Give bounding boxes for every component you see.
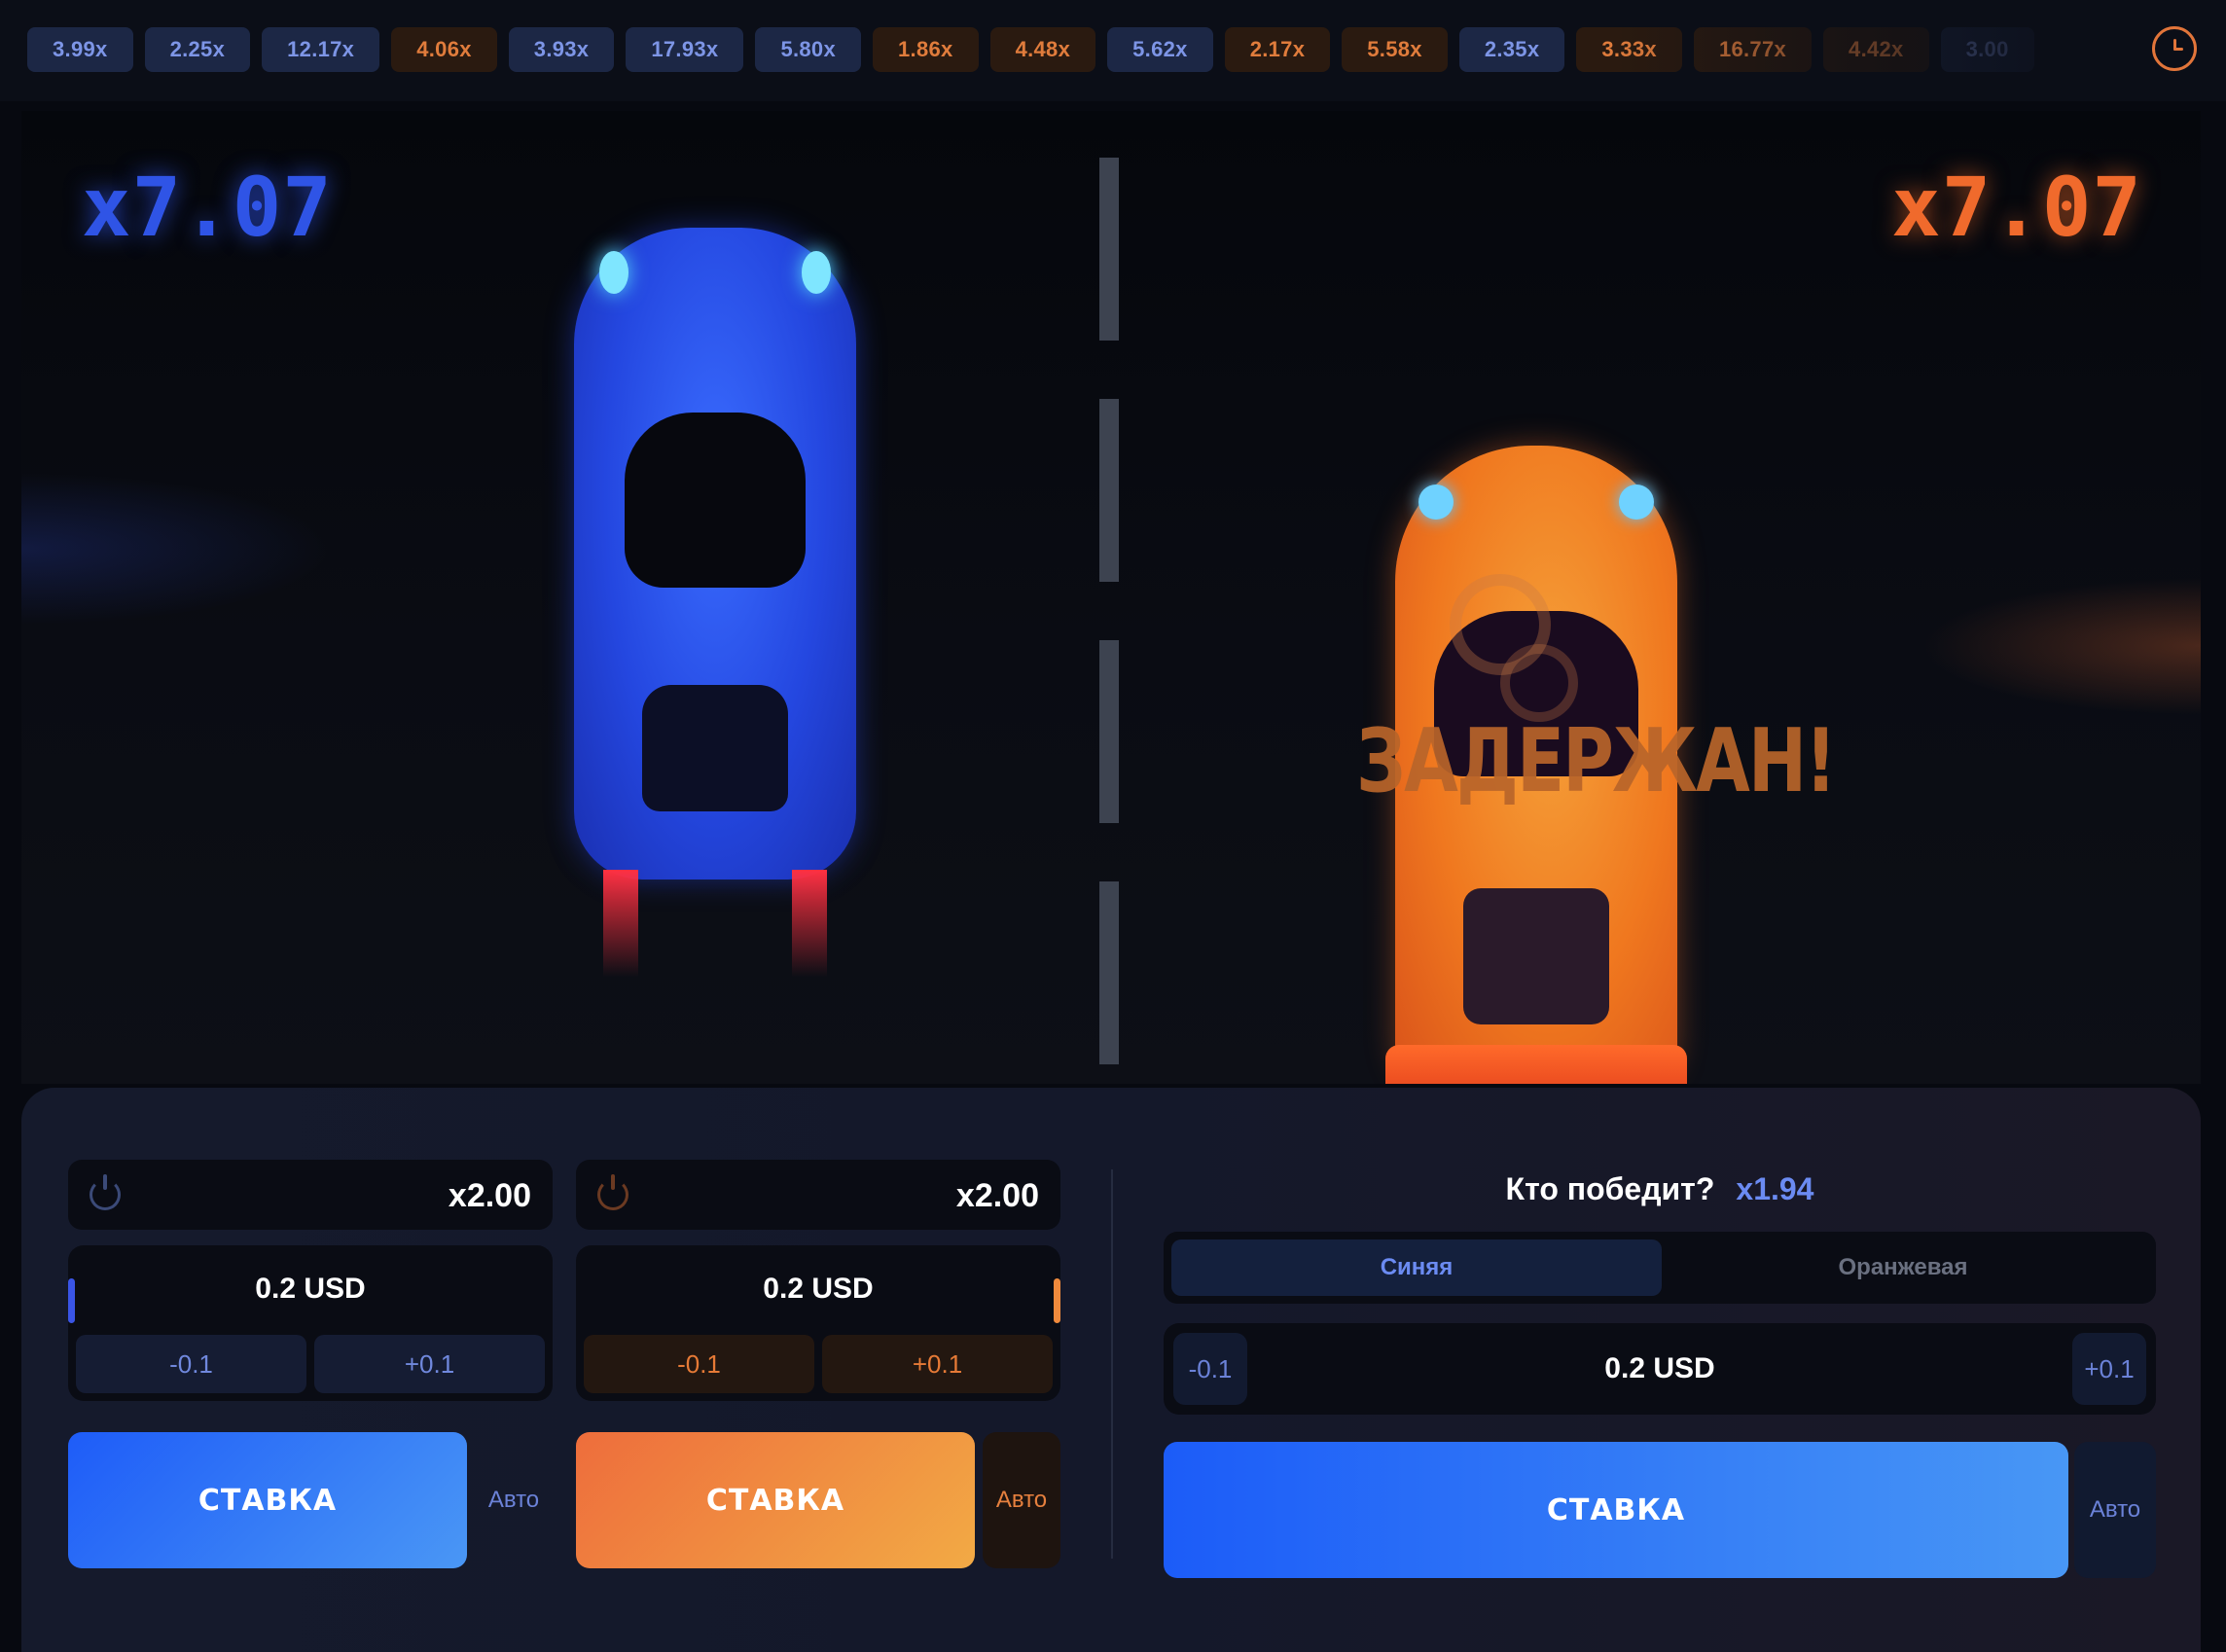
bet-button[interactable]: СТАВКА: [576, 1432, 975, 1568]
history-chip[interactable]: 3.00: [1940, 27, 2034, 72]
decrease-button[interactable]: -0.1: [76, 1335, 306, 1393]
orange-car-engine: [1463, 888, 1609, 1024]
history-chip[interactable]: 1.86x: [873, 27, 979, 72]
history-chip[interactable]: 16.77x: [1693, 27, 1813, 72]
auto-button[interactable]: Авто: [2074, 1442, 2156, 1578]
power-icon[interactable]: [90, 1174, 121, 1210]
history-chip[interactable]: 4.48x: [989, 27, 1096, 72]
clock-icon[interactable]: [2152, 26, 2197, 71]
decrease-button[interactable]: -0.1: [584, 1335, 814, 1393]
history-chip[interactable]: 3.93x: [508, 27, 615, 72]
headlight-icon: [802, 251, 831, 294]
history-chip[interactable]: 4.42x: [1823, 27, 1929, 72]
history-chip[interactable]: 5.62x: [1107, 27, 1213, 72]
busted-stamp: ЗАДЕРЖАН!: [1356, 709, 1837, 811]
history-chip[interactable]: 5.80x: [755, 27, 861, 72]
blue-multiplier: x7.07: [82, 160, 333, 255]
history-chip[interactable]: 3.99x: [27, 27, 133, 72]
orange-car-spoiler: [1385, 1045, 1687, 1084]
blue-car: [574, 228, 856, 977]
taillight-trail: [792, 870, 827, 977]
winner-odds: x1.94: [1736, 1171, 1814, 1206]
winner-amount-field: -0.1 0.2 USD +0.1: [1164, 1323, 2156, 1415]
bet-amount-box: 0.2 USD -0.1 +0.1: [576, 1245, 1060, 1401]
cashout-multiplier[interactable]: x2.00: [956, 1177, 1039, 1215]
auto-button[interactable]: Авто: [475, 1432, 553, 1568]
history-chip[interactable]: 12.17x: [262, 27, 380, 72]
increase-button[interactable]: +0.1: [314, 1335, 545, 1393]
headlight-icon: [599, 251, 628, 294]
increase-button[interactable]: +0.1: [822, 1335, 1053, 1393]
history-chip[interactable]: 2.25x: [144, 27, 251, 72]
history-list: 3.99x 2.25x 12.17x 4.06x 3.93x 17.93x 5.…: [27, 27, 2034, 72]
orange-multiplier: x7.07: [1891, 160, 2142, 255]
lane-divider-dash: [1099, 640, 1119, 823]
history-chip[interactable]: 3.33x: [1576, 27, 1682, 72]
blue-bet-column: x2.00 0.2 USD -0.1 +0.1 СТАВКА Авто: [68, 1160, 553, 1568]
stepper-row: -0.1 +0.1: [76, 1335, 545, 1393]
option-blue[interactable]: Синяя: [1171, 1239, 1662, 1296]
bet-amount-box: 0.2 USD -0.1 +0.1: [68, 1245, 553, 1401]
blue-car-rear: [642, 685, 788, 811]
auto-cashout-row[interactable]: x2.00: [576, 1160, 1060, 1230]
winner-question: Кто победит? x1.94: [1164, 1171, 2156, 1207]
lane-divider-dash: [1099, 158, 1119, 341]
headlight-icon: [1619, 485, 1654, 520]
lane-divider-dash: [1099, 881, 1119, 1064]
increase-button[interactable]: +0.1: [2072, 1333, 2146, 1405]
power-icon[interactable]: [597, 1174, 628, 1210]
blue-car-windshield: [625, 413, 806, 588]
bet-row: СТАВКА Авто: [576, 1432, 1060, 1568]
taillight-trail: [603, 870, 638, 977]
question-text: Кто победит?: [1505, 1171, 1715, 1206]
bet-button[interactable]: СТАВКА: [68, 1432, 467, 1568]
bet-amount[interactable]: 0.2 USD: [1164, 1352, 2156, 1385]
race-arena: x7.07 x7.07 ЗАДЕРЖАН!: [21, 111, 2201, 1084]
winner-bet-button[interactable]: СТАВКА: [1164, 1442, 2068, 1578]
option-orange[interactable]: Оранжевая: [1658, 1239, 2148, 1296]
lane-divider-dash: [1099, 399, 1119, 582]
auto-cashout-row[interactable]: x2.00: [68, 1160, 553, 1230]
team-toggle: Синяя Оранжевая: [1164, 1232, 2156, 1304]
auto-button[interactable]: Авто: [983, 1432, 1060, 1568]
history-chip[interactable]: 17.93x: [626, 27, 744, 72]
panel-divider: [1111, 1169, 1113, 1559]
headlight-icon: [1418, 485, 1454, 520]
orange-bet-column: x2.00 0.2 USD -0.1 +0.1 СТАВКА Авто: [576, 1160, 1060, 1568]
history-chip[interactable]: 2.35x: [1458, 27, 1565, 72]
bet-amount[interactable]: 0.2 USD: [68, 1273, 553, 1306]
cashout-multiplier[interactable]: x2.00: [449, 1177, 531, 1215]
history-bar: 3.99x 2.25x 12.17x 4.06x 3.93x 17.93x 5.…: [0, 0, 2226, 101]
history-chip[interactable]: 5.58x: [1342, 27, 1448, 72]
bet-row: СТАВКА Авто: [68, 1432, 553, 1568]
bet-amount[interactable]: 0.2 USD: [576, 1273, 1060, 1306]
history-chip[interactable]: 2.17x: [1224, 27, 1331, 72]
history-chip[interactable]: 4.06x: [391, 27, 497, 72]
stepper-row: -0.1 +0.1: [584, 1335, 1053, 1393]
bet-panel: x2.00 0.2 USD -0.1 +0.1 СТАВКА Авто x2.0…: [21, 1088, 2201, 1652]
